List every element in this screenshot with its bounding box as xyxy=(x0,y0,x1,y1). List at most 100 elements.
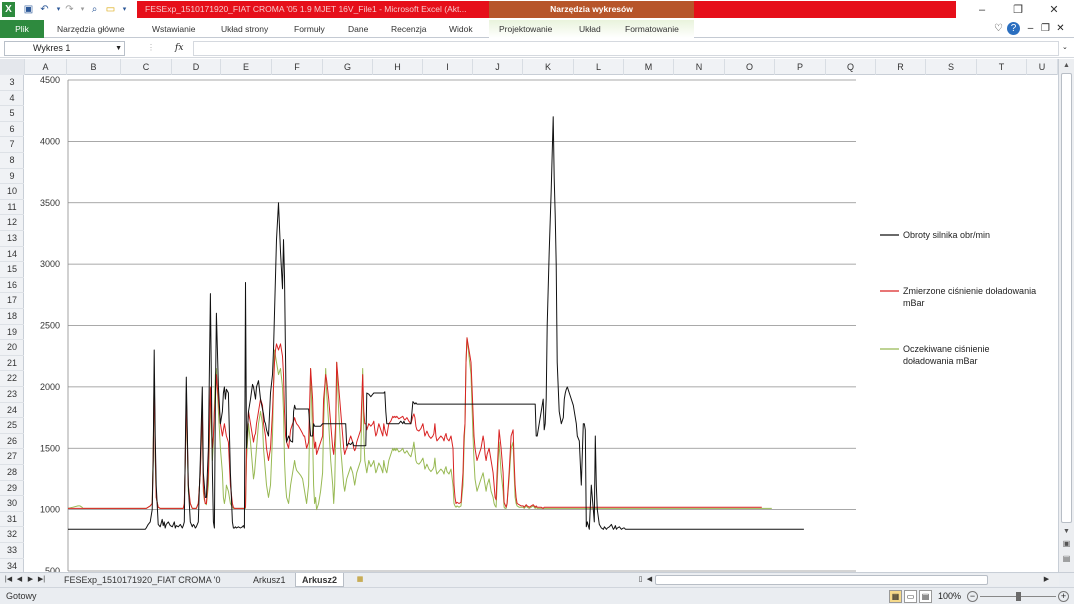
tab-insert[interactable]: Wstawianie xyxy=(152,20,195,38)
formula-input[interactable] xyxy=(193,41,1059,56)
page-break-view-icon[interactable]: ▤ xyxy=(919,590,932,603)
row-header-19[interactable]: 19 xyxy=(0,325,24,341)
name-box-dropdown-icon[interactable]: ▼ xyxy=(115,42,122,55)
row-header-29[interactable]: 29 xyxy=(0,481,24,497)
row-header-14[interactable]: 14 xyxy=(0,247,24,263)
row-header-22[interactable]: 22 xyxy=(0,371,24,387)
row-header-9[interactable]: 9 xyxy=(0,169,24,185)
sheet-tab-data[interactable]: FESExp_1510171920_FIAT CROMA '0 xyxy=(58,573,226,587)
split-icon[interactable]: ▤ xyxy=(1061,554,1072,564)
column-header-s[interactable]: S xyxy=(926,59,977,75)
row-header-18[interactable]: 18 xyxy=(0,309,24,325)
insert-sheet-icon[interactable]: ▦ xyxy=(353,574,367,586)
row-header-33[interactable]: 33 xyxy=(0,543,24,559)
row-header-23[interactable]: 23 xyxy=(0,387,24,403)
row-header-30[interactable]: 30 xyxy=(0,496,24,512)
row-header-25[interactable]: 25 xyxy=(0,418,24,434)
redo-icon[interactable]: ↷ xyxy=(63,2,76,17)
scroll-right-icon[interactable]: ▶ xyxy=(1042,574,1051,586)
column-header-m[interactable]: M xyxy=(624,59,674,75)
row-header-17[interactable]: 17 xyxy=(0,293,24,309)
zoom-out-icon[interactable]: − xyxy=(967,591,978,602)
horizontal-scroll-thumb[interactable] xyxy=(655,575,988,585)
next-sheet-icon[interactable]: ▶ xyxy=(26,574,35,586)
row-header-20[interactable]: 20 xyxy=(0,340,24,356)
open-folder-icon[interactable]: ▭ xyxy=(104,2,117,17)
column-header-o[interactable]: O xyxy=(725,59,775,75)
tab-review[interactable]: Recenzja xyxy=(391,20,426,38)
row-header-15[interactable]: 15 xyxy=(0,262,24,278)
page-layout-view-icon[interactable]: ▭ xyxy=(904,590,917,603)
row-header-16[interactable]: 16 xyxy=(0,278,24,294)
restore-button[interactable]: ❐ xyxy=(1001,1,1035,19)
customize-qat-icon[interactable]: ▾ xyxy=(118,2,131,17)
column-header-l[interactable]: L xyxy=(574,59,624,75)
tab-view[interactable]: Widok xyxy=(449,20,473,38)
column-header-p[interactable]: P xyxy=(775,59,826,75)
column-header-k[interactable]: K xyxy=(523,59,574,75)
page-break-preview-icon[interactable]: ▣ xyxy=(1061,539,1072,549)
row-header-6[interactable]: 6 xyxy=(0,122,24,138)
row-header-21[interactable]: 21 xyxy=(0,356,24,372)
row-header-13[interactable]: 13 xyxy=(0,231,24,247)
row-header-31[interactable]: 31 xyxy=(0,512,24,528)
file-tab[interactable]: Plik xyxy=(0,20,44,38)
vertical-scroll-thumb[interactable] xyxy=(1061,73,1072,523)
column-header-q[interactable]: Q xyxy=(826,59,876,75)
column-header-i[interactable]: I xyxy=(423,59,473,75)
column-header-t[interactable]: T xyxy=(977,59,1027,75)
row-header-11[interactable]: 11 xyxy=(0,200,24,216)
scroll-down-icon[interactable]: ▼ xyxy=(1061,527,1072,537)
embedded-line-chart[interactable]: 50010001500200025003000350040004500Obrot… xyxy=(25,75,1058,572)
column-header-c[interactable]: C xyxy=(121,59,172,75)
vertical-scrollbar[interactable]: ▲ ▼ ▣ ▤ xyxy=(1058,59,1074,572)
column-header-j[interactable]: J xyxy=(473,59,523,75)
name-box[interactable]: Wykres 1 ▼ xyxy=(4,41,125,56)
select-all-button[interactable] xyxy=(0,59,25,75)
undo-icon[interactable]: ↶ xyxy=(38,2,51,17)
row-header-7[interactable]: 7 xyxy=(0,137,24,153)
column-header-g[interactable]: G xyxy=(323,59,373,75)
sheet-tab-arkusz1[interactable]: Arkusz1 xyxy=(247,573,292,587)
insert-function-button[interactable]: fx xyxy=(175,41,189,56)
column-header-f[interactable]: F xyxy=(272,59,323,75)
row-header-12[interactable]: 12 xyxy=(0,215,24,231)
column-header-a[interactable]: A xyxy=(25,59,67,75)
row-header-4[interactable]: 4 xyxy=(0,91,24,107)
doc-restore-icon[interactable]: ❐ xyxy=(1039,22,1052,35)
row-header-24[interactable]: 24 xyxy=(0,403,24,419)
column-header-u[interactable]: U xyxy=(1027,59,1058,75)
doc-minimize-icon[interactable]: – xyxy=(1024,22,1037,35)
row-header-26[interactable]: 26 xyxy=(0,434,24,450)
column-header-e[interactable]: E xyxy=(221,59,272,75)
row-header-10[interactable]: 10 xyxy=(0,184,24,200)
zoom-in-icon[interactable]: + xyxy=(1058,591,1069,602)
tab-home[interactable]: Narzędzia główne xyxy=(57,20,125,38)
column-header-b[interactable]: B xyxy=(67,59,121,75)
tab-format[interactable]: Formatowanie xyxy=(625,20,679,38)
column-header-h[interactable]: H xyxy=(373,59,423,75)
column-header-n[interactable]: N xyxy=(674,59,725,75)
sheet-tab-arkusz2[interactable]: Arkusz2 xyxy=(295,573,345,587)
row-header-28[interactable]: 28 xyxy=(0,465,24,481)
column-header-d[interactable]: D xyxy=(172,59,221,75)
tab-page-layout[interactable]: Układ strony xyxy=(221,20,268,38)
scroll-up-icon[interactable]: ▲ xyxy=(1061,61,1072,71)
doc-close-icon[interactable]: ✕ xyxy=(1054,22,1067,35)
tab-data[interactable]: Dane xyxy=(348,20,368,38)
save-icon[interactable]: ▣ xyxy=(22,2,35,17)
help-icon[interactable]: ? xyxy=(1007,22,1020,35)
expand-formula-bar-icon[interactable]: ⌄ xyxy=(1062,43,1068,51)
first-sheet-icon[interactable]: |◀ xyxy=(4,574,13,586)
row-header-8[interactable]: 8 xyxy=(0,153,24,169)
close-button[interactable]: ✕ xyxy=(1037,1,1071,19)
row-header-3[interactable]: 3 xyxy=(0,75,24,91)
horizontal-scrollbar[interactable] xyxy=(655,574,1059,586)
prev-sheet-icon[interactable]: ◀ xyxy=(15,574,24,586)
tab-formulas[interactable]: Formuły xyxy=(294,20,325,38)
row-header-32[interactable]: 32 xyxy=(0,527,24,543)
row-header-27[interactable]: 27 xyxy=(0,449,24,465)
tab-design[interactable]: Projektowanie xyxy=(499,20,552,38)
zoom-slider-knob[interactable] xyxy=(1016,592,1021,601)
normal-view-icon[interactable]: ▦ xyxy=(889,590,902,603)
